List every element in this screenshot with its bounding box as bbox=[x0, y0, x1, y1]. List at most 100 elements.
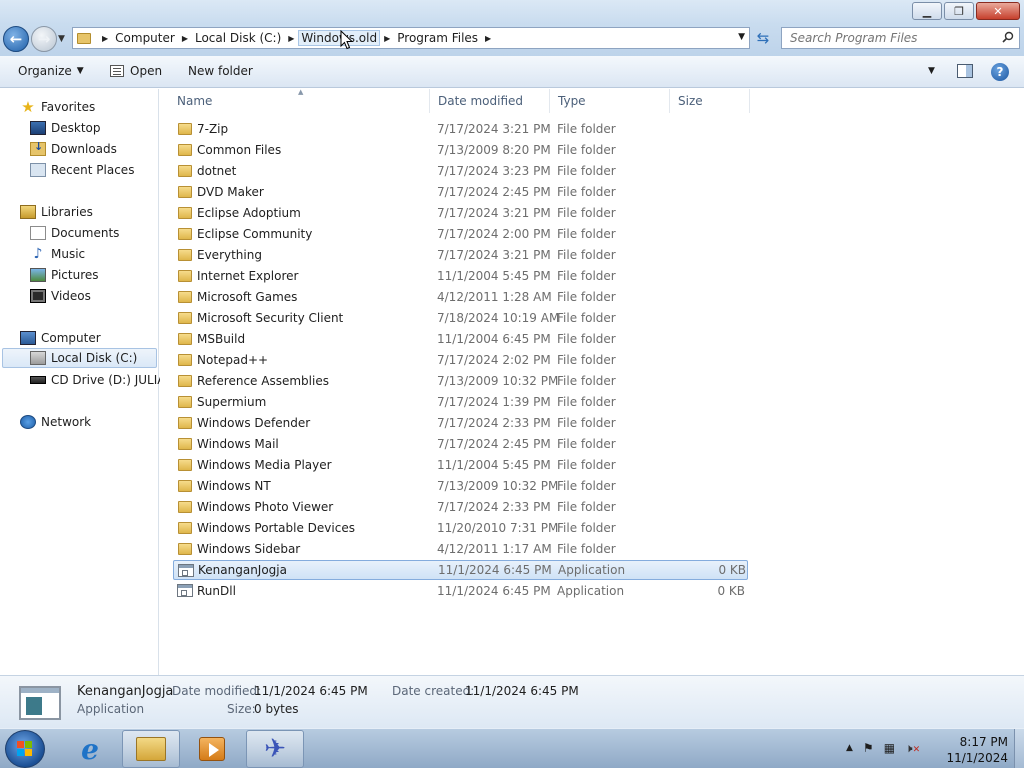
table-row[interactable]: Windows Media Player 11/1/2004 5:45 PM Fil… bbox=[173, 455, 748, 475]
nav-cd-drive[interactable]: CD Drive (D:) JULIA bbox=[30, 370, 165, 390]
preview-pane-icon[interactable] bbox=[957, 64, 973, 78]
nav-music[interactable]: ♪ Music bbox=[30, 244, 86, 264]
folder-icon bbox=[178, 501, 192, 513]
libraries-icon bbox=[20, 205, 36, 219]
file-name: Internet Explorer bbox=[197, 269, 299, 283]
table-row[interactable]: RunDll 11/1/2024 6:45 PM Application 0 KB bbox=[173, 581, 748, 601]
file-name: Windows Sidebar bbox=[197, 542, 301, 556]
table-row[interactable]: Windows NT 7/13/2009 10:32 PM File folder bbox=[173, 476, 748, 496]
nav-pictures[interactable]: Pictures bbox=[30, 265, 99, 285]
chevron-right-icon[interactable]: ▶ bbox=[288, 34, 294, 43]
table-row[interactable]: Notepad++ 7/17/2024 2:02 PM File folder bbox=[173, 350, 748, 370]
nav-videos[interactable]: Videos bbox=[30, 286, 91, 306]
table-row[interactable]: Windows Mail 7/17/2024 2:45 PM File folder bbox=[173, 434, 748, 454]
breadcrumb-local-disk[interactable]: Local Disk (C:) bbox=[193, 31, 283, 45]
chevron-right-icon[interactable]: ▶ bbox=[384, 34, 390, 43]
taskbar-kenanganjogja-app[interactable]: ✈ bbox=[246, 730, 304, 768]
close-button[interactable]: ✕ bbox=[976, 2, 1020, 20]
table-row[interactable]: dotnet 7/17/2024 3:23 PM File folder bbox=[173, 161, 748, 181]
open-button[interactable]: Open bbox=[110, 64, 162, 78]
taskbar-clock[interactable]: 8:17 PM 11/1/2024 bbox=[946, 734, 1008, 766]
file-name: Windows Media Player bbox=[197, 458, 332, 472]
new-folder-button[interactable]: New folder bbox=[188, 64, 253, 78]
file-date-modified: 7/17/2024 2:45 PM bbox=[437, 437, 551, 451]
action-center-flag-icon[interactable]: ⚑ bbox=[863, 741, 874, 756]
search-input[interactable] bbox=[790, 31, 995, 45]
file-date-modified: 11/1/2004 5:45 PM bbox=[437, 269, 551, 283]
table-row[interactable]: Reference Assemblies 7/13/2009 10:32 PM Fi… bbox=[173, 371, 748, 391]
nav-local-disk[interactable]: Local Disk (C:) bbox=[2, 348, 157, 368]
taskbar-media-player[interactable] bbox=[183, 730, 241, 768]
chevron-right-icon[interactable]: ▶ bbox=[182, 34, 188, 43]
table-row[interactable]: 7-Zip 7/17/2024 3:21 PM File folder bbox=[173, 119, 748, 139]
table-row[interactable]: DVD Maker 7/17/2024 2:45 PM File folder bbox=[173, 182, 748, 202]
table-row[interactable]: Supermium 7/17/2024 1:39 PM File folder bbox=[173, 392, 748, 412]
refresh-button[interactable]: ⇆ bbox=[752, 27, 774, 49]
table-row[interactable]: Microsoft Security Client 7/18/2024 10:19… bbox=[173, 308, 748, 328]
file-type: File folder bbox=[557, 437, 616, 451]
nav-desktop[interactable]: Desktop bbox=[30, 118, 101, 138]
back-button[interactable]: ← bbox=[3, 26, 29, 52]
restore-button[interactable]: ❐ bbox=[944, 2, 974, 20]
table-row[interactable]: Eclipse Adoptium 7/17/2024 3:21 PM File fo… bbox=[173, 203, 748, 223]
table-row[interactable]: Eclipse Community 7/17/2024 2:00 PM File f… bbox=[173, 224, 748, 244]
nav-downloads[interactable]: Downloads bbox=[30, 139, 117, 159]
organize-label: Organize bbox=[18, 64, 72, 78]
application-icon bbox=[178, 564, 194, 577]
minimize-button[interactable]: ▁ bbox=[912, 2, 942, 20]
file-type: File folder bbox=[557, 143, 616, 157]
table-row[interactable]: Everything 7/17/2024 3:21 PM File folder bbox=[173, 245, 748, 265]
help-icon[interactable]: ? bbox=[991, 63, 1009, 81]
table-row[interactable]: Windows Defender 7/17/2024 2:33 PM File fo… bbox=[173, 413, 748, 433]
nav-recent-places[interactable]: Recent Places bbox=[30, 160, 134, 180]
show-hidden-icons-icon[interactable]: ▲ bbox=[846, 743, 853, 756]
file-date-modified: 7/17/2024 3:21 PM bbox=[437, 248, 551, 262]
table-row[interactable]: Internet Explorer 11/1/2004 5:45 PM File f… bbox=[173, 266, 748, 286]
chevron-down-icon: ▼ bbox=[76, 66, 84, 76]
file-name: Eclipse Adoptium bbox=[197, 206, 301, 220]
table-row[interactable]: MSBuild 11/1/2004 6:45 PM File folder bbox=[173, 329, 748, 349]
file-type: File folder bbox=[557, 458, 616, 472]
network-status-icon[interactable]: ▦ bbox=[884, 741, 895, 756]
organize-button[interactable]: Organize ▼ bbox=[18, 64, 84, 78]
refresh-icon: ⇆ bbox=[756, 29, 770, 47]
file-type: File folder bbox=[557, 290, 616, 304]
chevron-right-icon[interactable]: ▶ bbox=[102, 34, 108, 43]
file-name: Windows Portable Devices bbox=[197, 521, 355, 535]
table-row[interactable]: Microsoft Games 4/12/2011 1:28 AM File fol… bbox=[173, 287, 748, 307]
breadcrumb-program-files[interactable]: Program Files bbox=[395, 31, 480, 45]
forward-button[interactable]: → bbox=[31, 26, 57, 52]
file-name: Windows Mail bbox=[197, 437, 279, 451]
table-row[interactable]: Windows Portable Devices 11/20/2010 7:31 … bbox=[173, 518, 748, 538]
table-row[interactable]: Windows Photo Viewer 7/17/2024 2:33 PM Fil… bbox=[173, 497, 748, 517]
nav-documents[interactable]: Documents bbox=[30, 223, 119, 243]
column-header-size[interactable]: Size bbox=[670, 89, 750, 113]
address-bar[interactable]: ▶ Computer ▶ Local Disk (C:) ▶ Windows.o… bbox=[72, 27, 750, 49]
history-dropdown-icon[interactable]: ▼ bbox=[58, 34, 65, 44]
address-dropdown-icon[interactable]: ▼ bbox=[738, 32, 745, 42]
column-header-date[interactable]: Date modified bbox=[430, 89, 550, 113]
file-type: File folder bbox=[557, 185, 616, 199]
nav-network[interactable]: Network bbox=[20, 412, 91, 432]
chevron-right-icon[interactable]: ▶ bbox=[485, 34, 491, 43]
taskbar-windows-explorer[interactable] bbox=[122, 730, 180, 768]
search-icon[interactable] bbox=[1002, 31, 1014, 43]
column-header-type[interactable]: Type bbox=[550, 89, 670, 113]
start-button[interactable] bbox=[5, 730, 45, 768]
taskbar-internet-explorer[interactable]: e bbox=[61, 730, 119, 768]
file-type: File folder bbox=[557, 122, 616, 136]
table-row[interactable]: Windows Sidebar 4/12/2011 1:17 AM File fol… bbox=[173, 539, 748, 559]
nav-computer[interactable]: Computer bbox=[20, 328, 101, 348]
column-header-name[interactable]: Name ▲ bbox=[160, 88, 430, 113]
views-dropdown-icon[interactable]: ▼ bbox=[928, 66, 935, 76]
table-row[interactable]: Common Files 7/13/2009 8:20 PM File folder bbox=[173, 140, 748, 160]
volume-muted-icon[interactable]: 🕨✕ bbox=[905, 741, 920, 756]
nav-favorites[interactable]: ★ Favorites bbox=[20, 97, 95, 117]
navigation-pane: ★ Favorites Desktop Downloads Recent Pla… bbox=[0, 89, 165, 675]
breadcrumb-computer[interactable]: Computer bbox=[113, 31, 177, 45]
show-desktop-button[interactable] bbox=[1014, 729, 1024, 768]
search-box[interactable] bbox=[781, 27, 1020, 49]
table-row[interactable]: KenanganJogja 11/1/2024 6:45 PM Applicatio… bbox=[173, 560, 748, 580]
nav-libraries[interactable]: Libraries bbox=[20, 202, 93, 222]
folder-icon bbox=[178, 417, 192, 429]
